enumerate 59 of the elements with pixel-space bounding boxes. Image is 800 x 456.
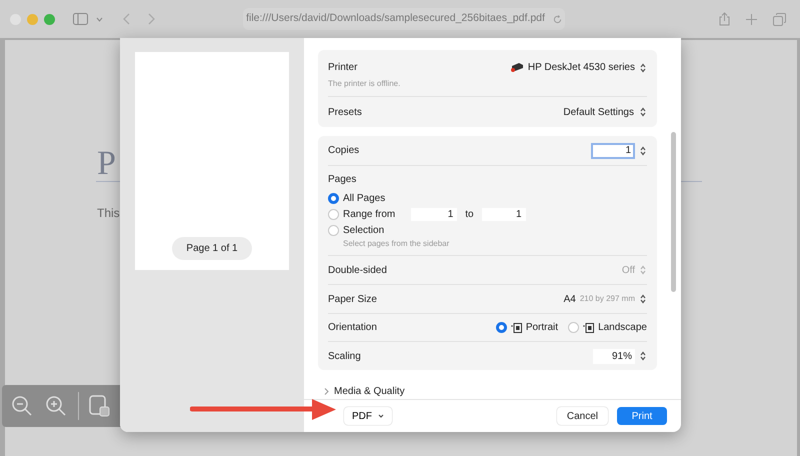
stepper-icon[interactable]	[639, 350, 647, 362]
portrait-icon	[510, 322, 522, 332]
tabs-icon[interactable]	[773, 12, 786, 26]
radio-button[interactable]	[328, 208, 339, 220]
orientation-label: Orientation	[328, 321, 377, 335]
radio-label[interactable]: Portrait	[526, 320, 558, 335]
back-icon[interactable]	[123, 13, 130, 25]
printer-status: The printer is offline.	[328, 75, 647, 97]
document-heading: P	[97, 144, 116, 184]
radio-label[interactable]: Range from	[343, 206, 396, 222]
radio-label[interactable]: All Pages	[343, 190, 386, 206]
page-indicator: Page 1 of 1	[172, 237, 252, 260]
radio-button[interactable]	[328, 192, 339, 204]
disclosure-icon	[324, 388, 329, 395]
scaling-label: Scaling	[328, 350, 361, 364]
sidebar-icon[interactable]	[73, 13, 88, 25]
range-to-field[interactable]: 1	[482, 208, 526, 220]
landscape-icon	[583, 322, 594, 332]
presets-popup[interactable]: Default Settings	[563, 104, 647, 120]
reload-icon[interactable]	[552, 14, 562, 24]
range-from-field[interactable]: 1	[411, 208, 458, 220]
forward-icon[interactable]	[148, 13, 155, 25]
copies-field[interactable]: 1	[591, 142, 635, 158]
pdf-menu-button[interactable]: PDF	[344, 407, 392, 425]
range-to-label: to	[465, 208, 474, 222]
zoom-out-icon[interactable]	[10, 394, 34, 418]
selection-hint: Select pages from the sidebar	[343, 238, 450, 250]
stepper-icon[interactable]	[639, 293, 647, 305]
stepper-icon[interactable]	[639, 106, 647, 118]
double-sided-label: Double-sided	[328, 264, 387, 278]
printer-popup[interactable]: HP DeskJet 4530 series	[510, 60, 647, 75]
scroll-bar[interactable]	[671, 132, 676, 292]
print-button[interactable]: Print	[617, 407, 667, 425]
scaling-field[interactable]: 91%	[593, 348, 635, 364]
media-quality-disclosure[interactable]: Media & Quality	[324, 384, 657, 399]
pages-label: Pages	[328, 173, 358, 187]
paper-size-label: Paper Size	[328, 292, 377, 306]
stepper-icon[interactable]	[639, 144, 647, 156]
zoom-in-icon[interactable]	[44, 394, 68, 418]
minimize-icon[interactable]	[27, 14, 38, 24]
plus-icon[interactable]	[746, 14, 757, 24]
radio-label[interactable]: Selection	[343, 222, 384, 238]
presets-label: Presets	[328, 106, 362, 120]
radio-label[interactable]: Landscape	[598, 320, 647, 335]
share-icon[interactable]	[719, 12, 730, 26]
stepper-icon[interactable]	[639, 62, 647, 74]
chevron-down-icon	[378, 414, 384, 418]
document-text: This	[97, 205, 120, 222]
markup-icon[interactable]	[89, 394, 111, 418]
radio-button[interactable]	[328, 224, 339, 236]
cancel-button[interactable]: Cancel	[556, 407, 608, 425]
printer-label: Printer	[328, 61, 358, 75]
chevron-down-icon[interactable]	[96, 16, 103, 22]
copies-label: Copies	[328, 144, 360, 158]
maximize-icon[interactable]	[44, 14, 55, 24]
printer-icon	[510, 62, 524, 73]
radio-button[interactable]	[496, 322, 507, 333]
radio-button[interactable]	[568, 322, 580, 333]
paper-size-popup[interactable]: A4 210 by 297 mm	[564, 292, 647, 306]
